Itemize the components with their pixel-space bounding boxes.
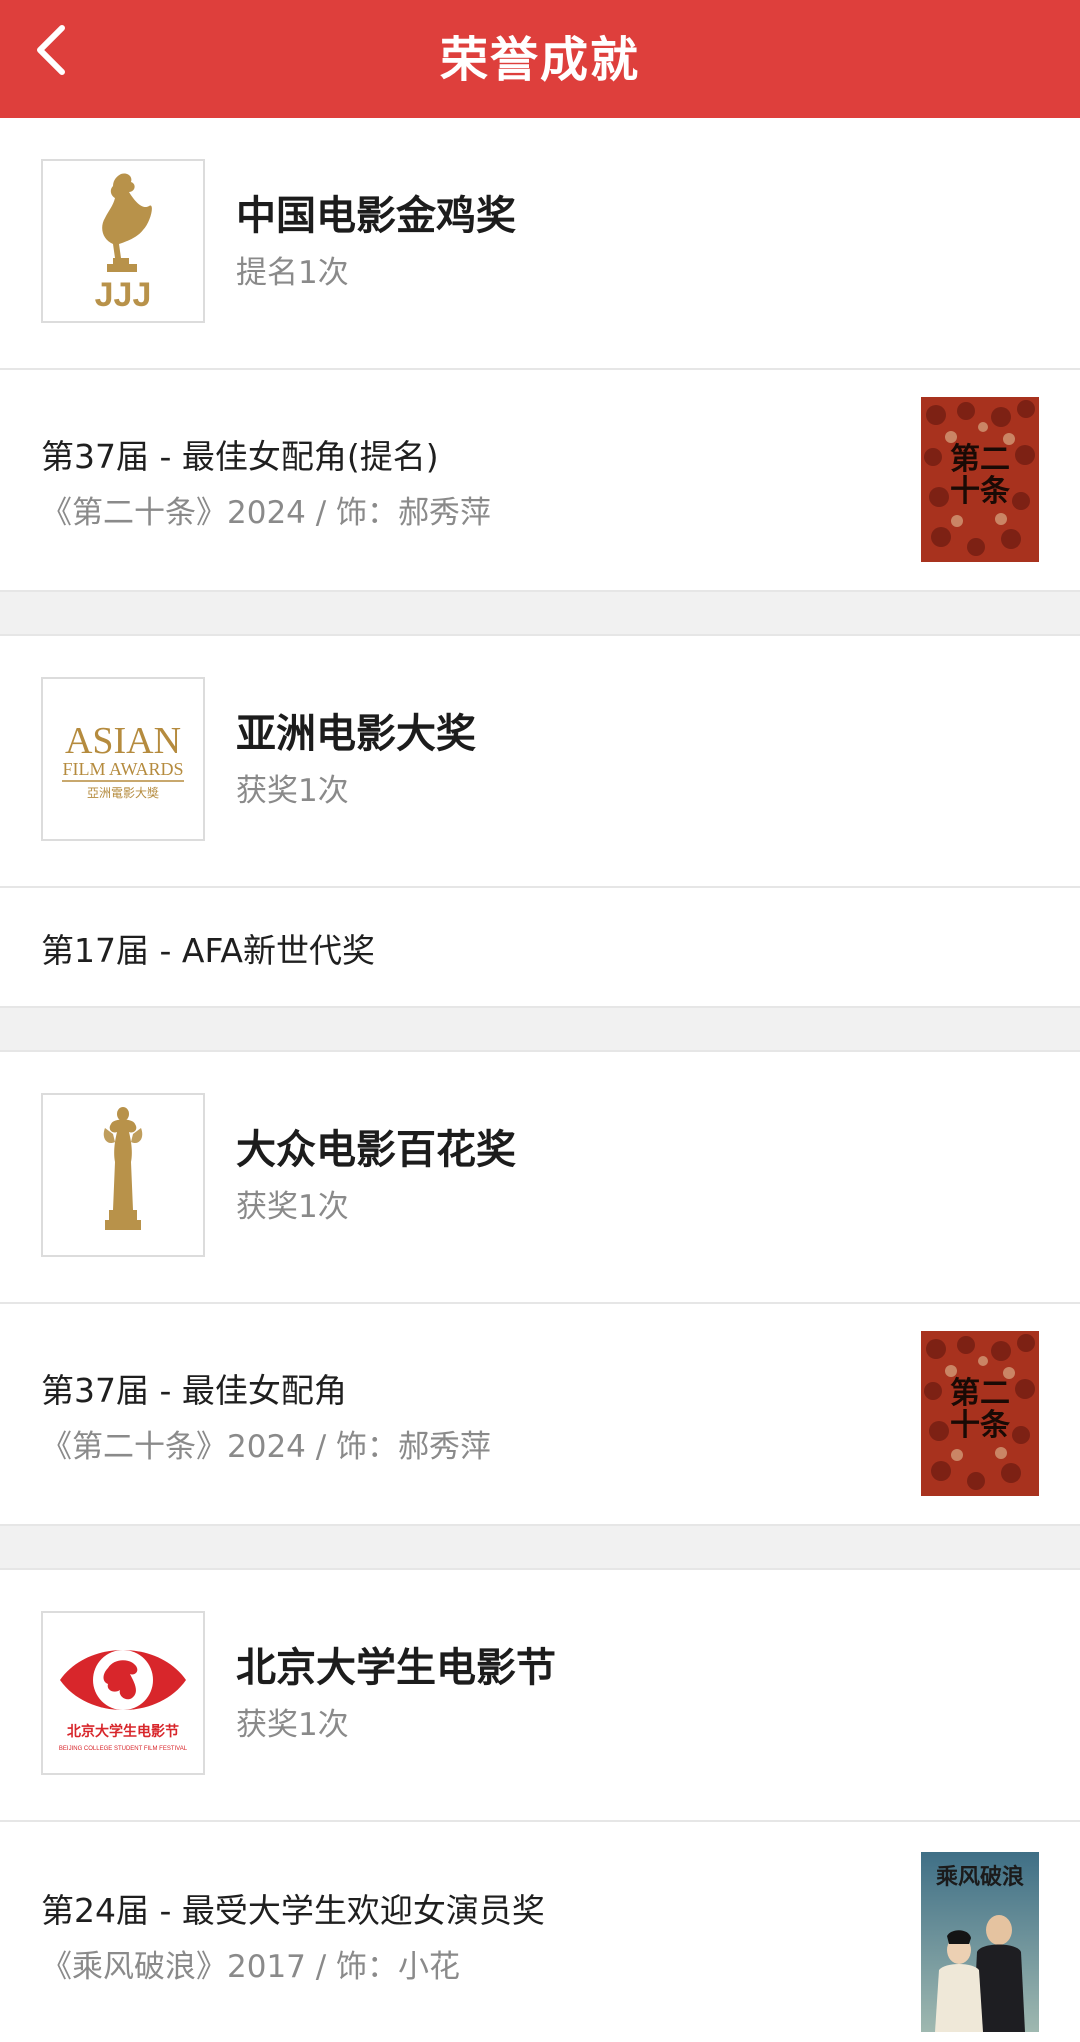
- award-name: 亚洲电影大奖: [236, 711, 476, 757]
- award-count: 获奖1次: [236, 1707, 349, 1743]
- award-record-item[interactable]: 第37届 - 最佳女配角 《第二十条》2024 / 饰：郝秀萍 第二 十条: [0, 1304, 1080, 1526]
- record-title: 第17届 - AFA新世代奖: [41, 931, 375, 970]
- award-header-bcsff[interactable]: 北京大学生电影节 BEIJING COLLEGE STUDENT FILM FE…: [0, 1570, 1080, 1822]
- section-divider: [0, 592, 1080, 636]
- back-icon[interactable]: [22, 20, 82, 80]
- svg-text:ASIAN: ASIAN: [65, 720, 181, 762]
- svg-text:第二: 第二: [950, 1376, 1010, 1411]
- award-header-golden-rooster[interactable]: JJJ 中国电影金鸡奖 提名1次: [0, 118, 1080, 370]
- svg-text:第二: 第二: [950, 442, 1010, 477]
- award-count: 获奖1次: [236, 773, 349, 809]
- svg-text:乘风破浪: 乘风破浪: [935, 1864, 1024, 1890]
- svg-text:FILM AWARDS: FILM AWARDS: [62, 759, 183, 779]
- award-name: 北京大学生电影节: [236, 1645, 556, 1691]
- award-count: 提名1次: [236, 255, 349, 291]
- record-film-role: 《乘风破浪》2017 / 饰：小花: [41, 1949, 461, 1985]
- award-record-item[interactable]: 第24届 - 最受大学生欢迎女演员奖 《乘风破浪》2017 / 饰：小花 乘风破…: [0, 1822, 1080, 2042]
- svg-text:亞洲電影大獎: 亞洲電影大獎: [87, 785, 159, 800]
- award-name: 中国电影金鸡奖: [236, 193, 516, 239]
- golden-rooster-logo: JJJ: [41, 159, 205, 323]
- svg-text:北京大学生电影节: 北京大学生电影节: [67, 1723, 179, 1740]
- bcsff-logo: 北京大学生电影节 BEIJING COLLEGE STUDENT FILM FE…: [41, 1611, 205, 1775]
- film-poster-image[interactable]: 第二 十条: [921, 1331, 1039, 1496]
- award-name: 大众电影百花奖: [236, 1127, 516, 1173]
- svg-text:JJJ: JJJ: [95, 276, 152, 314]
- svg-text:十条: 十条: [950, 474, 1010, 509]
- film-poster-image[interactable]: 第二 十条: [921, 397, 1039, 562]
- asian-film-awards-logo: ASIAN FILM AWARDS 亞洲電影大獎: [41, 677, 205, 841]
- section-divider: [0, 1008, 1080, 1052]
- section-divider: [0, 1526, 1080, 1570]
- award-header-hundred-flowers[interactable]: 大众电影百花奖 获奖1次: [0, 1052, 1080, 1304]
- record-title: 第37届 - 最佳女配角(提名): [41, 437, 439, 476]
- svg-text:十条: 十条: [950, 1408, 1010, 1443]
- hundred-flowers-trophy-logo: [41, 1093, 205, 1257]
- award-record-item[interactable]: 第37届 - 最佳女配角(提名) 《第二十条》2024 / 饰：郝秀萍 第二 十…: [0, 370, 1080, 592]
- record-title: 第24届 - 最受大学生欢迎女演员奖: [41, 1891, 545, 1930]
- award-header-asian-film-awards[interactable]: ASIAN FILM AWARDS 亞洲電影大獎 亚洲电影大奖 获奖1次: [0, 636, 1080, 888]
- record-title: 第37届 - 最佳女配角: [41, 1371, 347, 1410]
- page-title: 荣誉成就: [439, 32, 640, 88]
- award-count: 获奖1次: [236, 1189, 349, 1225]
- top-bar: 荣誉成就: [0, 0, 1080, 118]
- record-film-role: 《第二十条》2024 / 饰：郝秀萍: [41, 495, 492, 531]
- record-film-role: 《第二十条》2024 / 饰：郝秀萍: [41, 1429, 492, 1465]
- svg-text:BEIJING COLLEGE STUDENT FILM F: BEIJING COLLEGE STUDENT FILM FESTIVAL: [59, 1746, 188, 1752]
- film-poster-image[interactable]: 乘风破浪: [921, 1852, 1039, 2032]
- award-record-item[interactable]: 第17届 - AFA新世代奖: [0, 888, 1080, 1008]
